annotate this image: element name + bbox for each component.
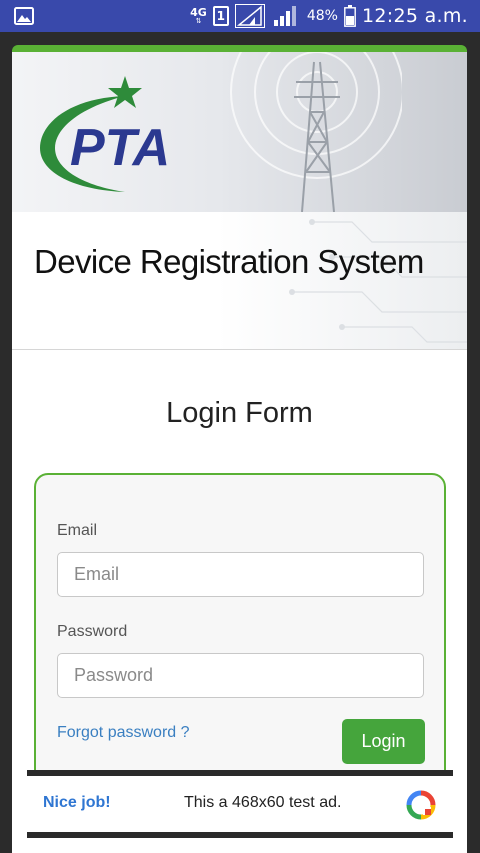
password-label: Password [57, 623, 128, 640]
forgot-password-link[interactable]: Forgot password ? [57, 724, 190, 742]
ad-left-text: Nice job! [43, 794, 111, 811]
sim-indicator: 1 [212, 6, 229, 26]
signal-icon [234, 4, 265, 28]
email-field[interactable] [57, 552, 424, 597]
tower-graphic [230, 52, 402, 212]
ad-center-text: This a 468x60 test ad. [184, 794, 342, 811]
network-type: 4G ⇅ [190, 6, 207, 25]
status-bar: 4G ⇅ 1 48% 12:25 a.m. [0, 0, 480, 32]
battery-percent: 48% [306, 8, 338, 24]
form-heading: Login Form [166, 397, 313, 429]
login-card: PTA Device Registration System Login For… [12, 45, 467, 853]
title-area: Device Registration System [12, 212, 467, 350]
signal-icon [273, 6, 296, 26]
clock: 12:25 a.m. [361, 5, 468, 27]
svg-text:PTA: PTA [70, 119, 170, 177]
page-title: Device Registration System [34, 243, 424, 280]
ads-logo-icon [406, 790, 436, 820]
password-field[interactable] [57, 653, 424, 698]
header-banner: PTA [12, 52, 467, 212]
login-button[interactable]: Login [342, 719, 425, 764]
email-label: Email [57, 522, 98, 539]
gallery-icon [14, 7, 34, 25]
pta-logo: PTA [40, 76, 170, 192]
status-indicators: 4G ⇅ 1 48% 12:25 a.m. [190, 0, 468, 32]
battery-icon [344, 5, 356, 27]
ad-banner[interactable]: Nice job! This a 468x60 test ad. [27, 770, 453, 838]
